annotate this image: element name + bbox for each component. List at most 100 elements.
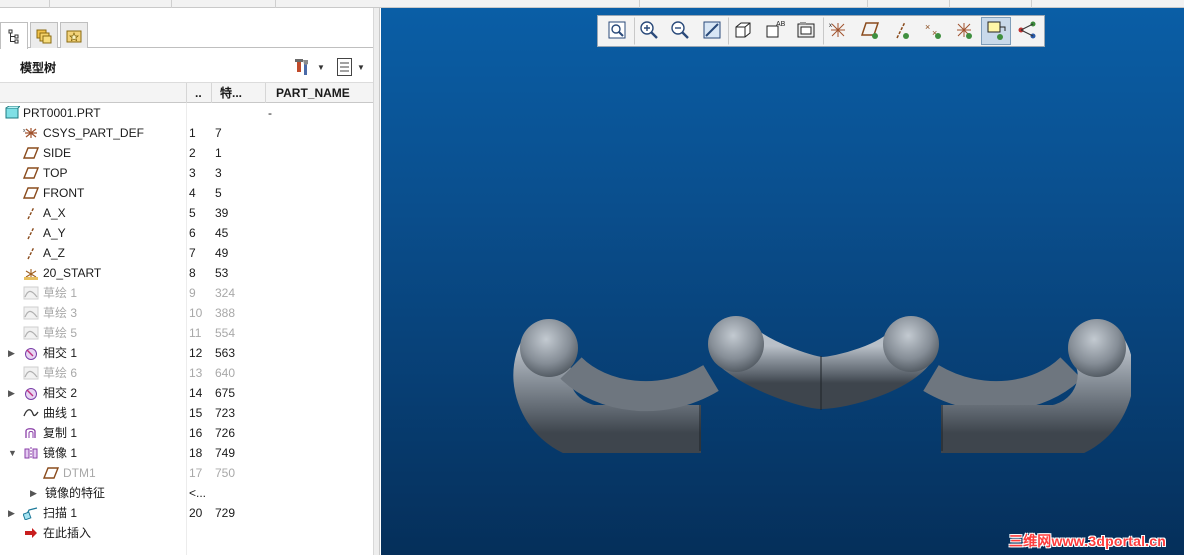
tree-row[interactable]: 复制 1 16 726	[0, 423, 374, 443]
tree-row[interactable]: 草绘 3 10 388	[0, 303, 374, 323]
csys-display-button[interactable]: x	[823, 17, 853, 45]
tab-folder-browser[interactable]	[30, 22, 58, 48]
copy-icon	[23, 426, 39, 440]
top-strip-segment	[172, 0, 276, 8]
plane-display-button[interactable]	[855, 17, 885, 45]
tree-item-feature-id: 7	[215, 126, 222, 140]
column-header-part-name[interactable]: PART_NAME	[265, 83, 372, 103]
csys-toggle-button[interactable]	[949, 17, 979, 45]
tree-row[interactable]: ▶ 相交 1 12 563	[0, 343, 374, 363]
svg-text:AB: AB	[776, 21, 786, 28]
tree-row[interactable]: DTM1 17 750	[0, 463, 374, 483]
tree-item-label: 镜像 1	[43, 446, 78, 460]
sweep-icon	[22, 506, 39, 521]
tree-item-number: 13	[189, 366, 203, 380]
tree-row[interactable]: A_X 5 39	[0, 203, 374, 223]
tree-item-feature-id: 3	[215, 166, 222, 180]
spin-center-button[interactable]	[1013, 17, 1043, 45]
graphics-viewport[interactable]: AB x × × 三维网www.3dportal.cn	[381, 8, 1184, 555]
tree-item-number: 12	[189, 346, 203, 360]
axis-display-button[interactable]	[886, 17, 916, 45]
tree-item-label: DTM1	[63, 466, 96, 480]
tree-item-number: 8	[189, 266, 196, 280]
tree-item-feature-id: 39	[215, 206, 229, 220]
tree-item-number: 14	[189, 386, 203, 400]
mirror-icon	[23, 446, 39, 460]
datum-plane-icon	[22, 166, 40, 180]
tree-column-header: .. 特... PART_NAME	[0, 82, 374, 103]
csys-toggle-icon	[953, 19, 975, 44]
tree-row[interactable]: SIDE 2 1	[0, 143, 374, 163]
repaint-button[interactable]	[697, 17, 727, 45]
column-header-1[interactable]: ..	[186, 83, 211, 103]
tree-item-number: <...	[189, 486, 207, 500]
tree-row[interactable]: ▶ 相交 2 14 675	[0, 383, 374, 403]
tree-item-number: 17	[189, 466, 203, 480]
tree-row[interactable]: A_Y 6 45	[0, 223, 374, 243]
csys-display-icon: x	[827, 19, 849, 44]
tree-row[interactable]: ▶ 镜像的特征 <...	[0, 483, 374, 503]
panel-splitter[interactable]	[373, 8, 379, 555]
saved-orientations-button[interactable]: AB	[760, 17, 790, 45]
display-style-button[interactable]	[728, 17, 758, 45]
expand-arrow-icon[interactable]: ▶	[8, 503, 18, 523]
tree-row[interactable]: ▼ 镜像 1 18 749	[0, 443, 374, 463]
refit-button[interactable]	[602, 17, 632, 45]
expand-arrow-icon[interactable]: ▶	[8, 343, 18, 363]
repaint-icon	[701, 19, 723, 44]
top-strip-segment	[950, 0, 1032, 8]
tree-row[interactable]: 草绘 6 13 640	[0, 363, 374, 383]
tree-item-label: FRONT	[43, 186, 85, 200]
tab-favorites[interactable]	[60, 22, 88, 48]
tree-item-number: 20	[189, 506, 203, 520]
tree-row[interactable]: 20_START 8 53	[0, 263, 374, 283]
tree-settings-button[interactable]: ▼	[294, 56, 325, 78]
point-display-button[interactable]: × ×	[918, 17, 948, 45]
tree-row[interactable]: PRT0001.PRT -	[0, 103, 374, 123]
tree-item-number: 9	[189, 286, 196, 300]
datum-plane-icon	[22, 186, 40, 200]
tree-item-feature-id: 729	[215, 506, 236, 520]
tree-item-feature-id: 723	[215, 406, 236, 420]
tree-item-label: 草绘 1	[43, 286, 78, 300]
tree-item-label: A_Z	[43, 246, 66, 260]
tree-item-label: TOP	[43, 166, 68, 180]
tree-row[interactable]: TOP 3 3	[0, 163, 374, 183]
tree-row[interactable]: ▶ 扫描 1 20 729	[0, 503, 374, 523]
model-tree-panel: 模型树 ▼ ▼ .. 特... PART_NAME PRT0001.PRT - x C	[0, 8, 380, 555]
tree-item-label: PRT0001.PRT	[23, 106, 101, 120]
view-manager-button[interactable]	[791, 17, 821, 45]
zoom-out-icon	[669, 19, 691, 44]
tree-row[interactable]: 曲线 1 15 723	[0, 403, 374, 423]
column-header-2[interactable]: 特...	[211, 83, 265, 103]
tree-row[interactable]: 在此插入	[0, 523, 374, 543]
collapse-arrow-icon[interactable]: ▼	[8, 443, 18, 463]
tree-item-label: A_Y	[43, 226, 66, 240]
saved-orientations-icon: AB	[764, 19, 786, 44]
tree-row[interactable]: FRONT 4 5	[0, 183, 374, 203]
svg-text:x: x	[829, 23, 832, 29]
tree-row[interactable]: A_Z 7 49	[0, 243, 374, 263]
tree-item-feature-id: 45	[215, 226, 229, 240]
expand-arrow-icon[interactable]: ▶	[30, 483, 40, 503]
tree-item-feature-id: 5	[215, 186, 222, 200]
zoom-in-button[interactable]	[633, 17, 664, 45]
tree-row[interactable]: 草绘 5 11 554	[0, 323, 374, 343]
tree-row[interactable]: 草绘 1 9 324	[0, 283, 374, 303]
zoom-in-icon	[638, 19, 660, 44]
tab-model-tree[interactable]	[0, 22, 28, 49]
tree-item-label: 草绘 6	[43, 366, 78, 380]
part-icon	[4, 105, 22, 120]
intersect-icon	[23, 346, 39, 360]
expand-arrow-icon[interactable]: ▶	[8, 383, 18, 403]
view-toolbar: AB x × ×	[597, 15, 1045, 47]
annotation-display-button[interactable]	[980, 17, 1011, 45]
sketch-icon	[23, 366, 39, 380]
tree-item-number: 10	[189, 306, 203, 320]
tree-row[interactable]: x CSYS_PART_DEF 1 7	[0, 123, 374, 143]
tree-columns-button[interactable]: ▼	[336, 56, 365, 78]
zoom-out-button[interactable]	[665, 17, 695, 45]
panel-title: 模型树	[20, 61, 57, 75]
tree-item-feature-id: 675	[215, 386, 236, 400]
annotation-display-icon	[985, 19, 1007, 44]
